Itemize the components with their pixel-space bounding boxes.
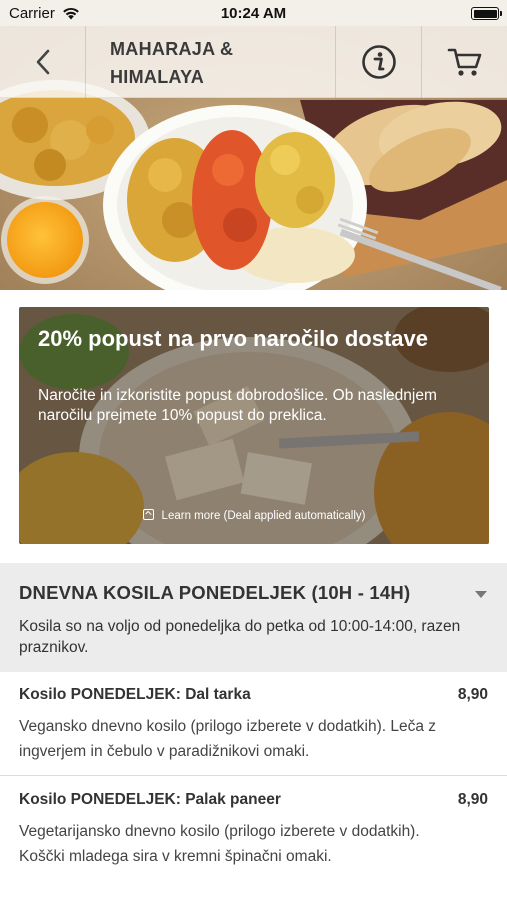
menu-category-header[interactable]: DNEVNA KOSILA PONEDELJEK (10H - 14H) Kos… bbox=[0, 563, 507, 672]
menu-item-price: 8,90 bbox=[457, 686, 488, 703]
learn-more-label: Learn more (Deal applied automatically) bbox=[161, 510, 366, 522]
chevron-down-icon[interactable] bbox=[475, 591, 487, 598]
menu-item-name: Kosilo PONEDELJEK: Palak paneer bbox=[19, 791, 281, 808]
restaurant-title-line2: HIMALAYA bbox=[110, 67, 205, 87]
promo-description: Naročite in izkoristite popust dobrodošl… bbox=[38, 387, 437, 424]
menu-item[interactable]: Kosilo PONEDELJEK: Palak paneer 8,90 Veg… bbox=[0, 777, 507, 900]
learn-more-link[interactable]: Learn more (Deal applied automatically) bbox=[19, 509, 489, 522]
menu-item-description: Vegetarijansko dnevno kosilo (prilogo iz… bbox=[19, 823, 420, 865]
restaurant-title: MAHARAJA & HIMALAYA bbox=[86, 26, 335, 97]
menu-item-description: Vegansko dnevno kosilo (prilogo izberete… bbox=[19, 718, 437, 760]
status-bar: Carrier 10:24 AM bbox=[0, 0, 507, 26]
promo-banner[interactable]: 20% popust na prvo naročilo dostave Naro… bbox=[19, 307, 489, 544]
cart-button[interactable] bbox=[421, 26, 507, 98]
category-title: DNEVNA KOSILA PONEDELJEK (10H - 14H) bbox=[19, 582, 411, 603]
battery-icon bbox=[471, 7, 502, 20]
info-button[interactable] bbox=[335, 26, 421, 98]
promo-title: 20% popust na prvo naročilo dostave bbox=[38, 326, 428, 351]
back-button[interactable] bbox=[0, 26, 86, 98]
navigation-bar: MAHARAJA & HIMALAYA bbox=[0, 26, 507, 98]
chevron-up-box-icon bbox=[142, 509, 154, 520]
promo-section: 20% popust na prvo naročilo dostave Naro… bbox=[0, 290, 507, 558]
back-chevron-icon bbox=[36, 49, 49, 75]
category-description: Kosila so na voljo od ponedeljka do petk… bbox=[19, 618, 461, 656]
menu-item-name: Kosilo PONEDELJEK: Dal tarka bbox=[19, 686, 251, 703]
status-time: 10:24 AM bbox=[220, 5, 287, 22]
menu-item[interactable]: Kosilo PONEDELJEK: Dal tarka 8,90 Vegans… bbox=[0, 672, 507, 776]
info-icon bbox=[361, 45, 396, 79]
menu-item-price: 8,90 bbox=[457, 791, 488, 808]
cart-icon bbox=[447, 48, 481, 76]
restaurant-title-line1: MAHARAJA & bbox=[110, 39, 234, 59]
